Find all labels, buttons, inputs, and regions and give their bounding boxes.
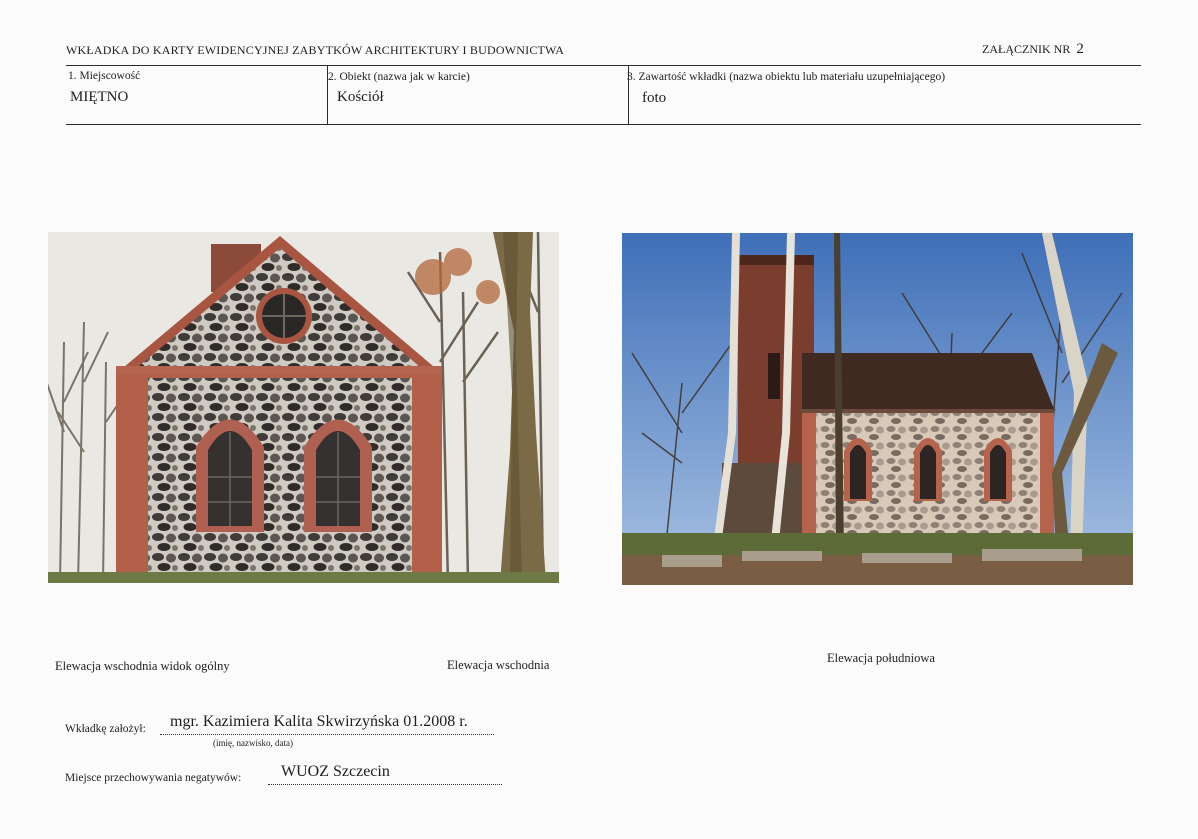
caption-east: Elewacja wschodnia bbox=[447, 658, 550, 672]
table-top-border bbox=[66, 65, 1141, 66]
attachment-value: 2 bbox=[1076, 41, 1084, 57]
attachment-number: ZAŁĄCZNIK NR 2 bbox=[982, 41, 1084, 58]
storage-label: Miejsce przechowywania negatywów: bbox=[65, 772, 242, 784]
caption-east-general: Elewacja wschodnia widok ogólny bbox=[55, 659, 230, 673]
form-title: WKŁADKA DO KARTY EWIDENCYJNEJ ZABYTKÓW A… bbox=[66, 43, 565, 57]
east-elevation-image bbox=[48, 232, 559, 583]
attachment-label: ZAŁĄCZNIK NR bbox=[982, 42, 1071, 56]
field-object-label: 2. Obiekt (nazwa jak w karcie) bbox=[328, 71, 470, 83]
field-object-value: Kościół bbox=[337, 89, 384, 105]
field-content-value: foto bbox=[642, 90, 667, 106]
storage-value: WUOZ Szczecin bbox=[281, 763, 390, 780]
photo-south-elevation bbox=[622, 233, 1133, 585]
field-content-label: 3. Zawartość wkładki (nazwa obiektu lub … bbox=[627, 71, 946, 83]
table-bottom-border bbox=[66, 124, 1141, 125]
field-locality-label: 1. Miejscowość bbox=[68, 70, 141, 82]
caption-south: Elewacja południowa bbox=[827, 651, 935, 665]
author-hint: (imię, nazwisko, data) bbox=[213, 738, 293, 748]
storage-dotted-line bbox=[268, 784, 502, 785]
author-dotted-line bbox=[160, 734, 494, 735]
south-elevation-image bbox=[622, 233, 1133, 585]
photo-east-elevation bbox=[48, 232, 559, 583]
author-label: Wkładkę założył: bbox=[65, 723, 146, 735]
author-value: mgr. Kazimiera Kalita Skwirzyńska 01.200… bbox=[170, 713, 468, 730]
field-locality-value: MIĘTNO bbox=[70, 89, 129, 105]
